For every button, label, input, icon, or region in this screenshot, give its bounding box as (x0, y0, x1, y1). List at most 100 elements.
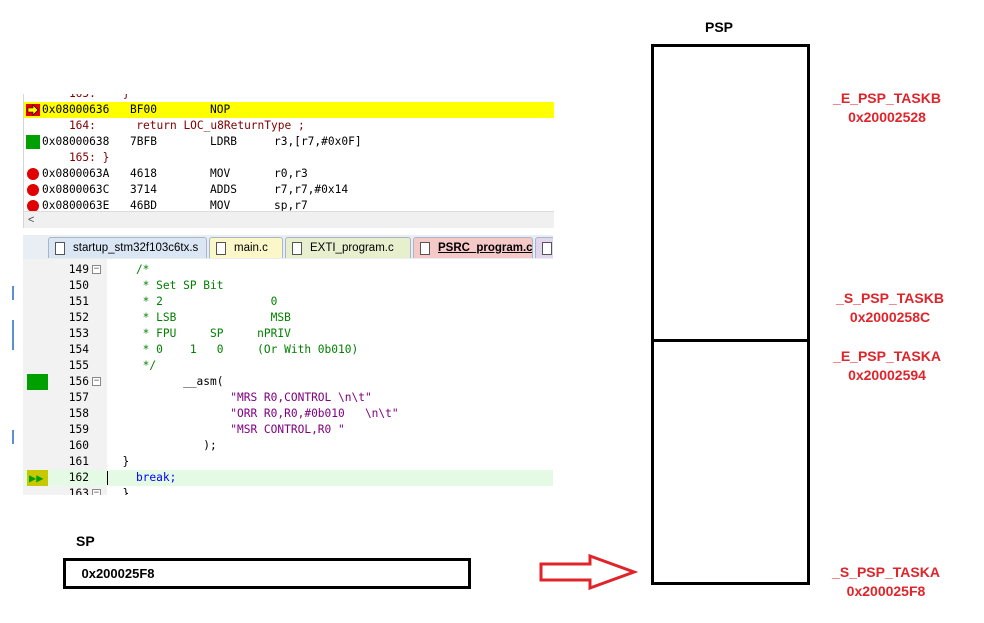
disasm-args: r3,[r7,#0x0F] (274, 135, 362, 148)
code-line[interactable]: 150 * Set SP Bit (23, 278, 553, 294)
code-token: * 0 1 0 (Or With 0b010) (109, 343, 359, 356)
disasm-args: r0,r3 (274, 167, 308, 180)
breakpoint-icon (27, 168, 39, 180)
code-token: "ORR R0,R0,#0b010 \n\t" (109, 407, 399, 420)
tab-psrc-program-c[interactable]: PSRC_program.c (413, 237, 533, 258)
code-editor[interactable]: 149− /* 150 * Set SP Bit 151 * 2 0 152 * LS… (23, 259, 553, 495)
code-text: "ORR R0,R0,#0b010 \n\t" (109, 406, 399, 422)
file-icon (542, 242, 552, 255)
code-line[interactable]: ▶▶ 162 break; (23, 470, 553, 486)
psp-label-name: _S_PSP_TASKA (832, 564, 940, 580)
disasm-args: r7,r7,#0x14 (274, 183, 349, 196)
code-line[interactable]: 153 * FPU SP nPRIV (23, 326, 553, 342)
tab-main-c[interactable]: main.c (209, 237, 283, 258)
file-icon (420, 242, 430, 255)
code-line[interactable]: 158 "ORR R0,R0,#0b010 \n\t" (23, 406, 553, 422)
file-icon (216, 242, 226, 255)
tab-label: PSRC_program.c (438, 242, 533, 254)
code-token: __asm( (109, 375, 224, 388)
disasm-mn: LDRB (210, 135, 237, 148)
code-token: */ (109, 359, 157, 372)
code-token: } (109, 487, 130, 495)
breakpoint-icon (27, 184, 39, 196)
disasm-op: 3714 (130, 183, 157, 196)
code-line[interactable]: 154 * 0 1 0 (Or With 0b010) (23, 342, 553, 358)
sp-value-row: 0x200025F8 (0, 566, 408, 581)
sp-value: 0x200025F8 (81, 566, 155, 581)
fold-toggle-icon[interactable]: − (92, 265, 101, 274)
code-line[interactable]: 155 */ (23, 358, 553, 374)
disasm-source-line[interactable]: 165: } (24, 94, 554, 102)
code-token: "MRS R0,CONTROL \n\t" (109, 391, 372, 404)
code-token: ); (109, 439, 217, 452)
tab-label: main.c (234, 242, 268, 254)
code-line[interactable]: 157 "MRS R0,CONTROL \n\t" (23, 390, 553, 406)
disasm-source-line[interactable]: 164: return LOC_u8ReturnType ; (24, 118, 554, 134)
psp-label-addr: 0x20002528 (848, 109, 926, 125)
line-number: 149 (68, 263, 89, 276)
code-line[interactable]: 160 ); (23, 438, 553, 454)
tab-startup-stm32f103c6tx-s[interactable]: startup_stm32f103c6tx.s (48, 237, 207, 258)
code-line[interactable]: 161 } (23, 454, 553, 470)
scroll-left-icon[interactable]: < (28, 214, 34, 226)
code-text: * LSB MSB (109, 310, 291, 326)
disasm-op: 4618 (130, 167, 157, 180)
fold-toggle-icon[interactable]: − (92, 489, 101, 495)
tab-exti-program-c[interactable]: EXTI_program.c (285, 237, 411, 258)
code-text: /* (109, 262, 149, 278)
line-number: 163 (68, 487, 89, 495)
text-caret (107, 471, 108, 485)
disasm-op: BF00 (130, 103, 157, 116)
disasm-instruction-line[interactable]: 0x08000638 7BFB LDRB r3,[r7,#0x0F] (24, 134, 554, 150)
psp-label-addr: 0x2000258C (849, 309, 931, 325)
line-number: 152 (68, 311, 89, 324)
disasm-instruction-line[interactable]: 0x08000636 BF00 NOP (24, 102, 554, 118)
psp-label-e-taska: _E_PSP_TASKA 0x20002594 (812, 347, 962, 385)
disasm-op: 7BFB (130, 135, 157, 148)
right-arrow-icon (539, 553, 638, 591)
line-number: 160 (68, 439, 89, 452)
code-text: * Set SP Bit (109, 278, 224, 294)
code-line[interactable]: 149− /* (23, 262, 553, 278)
code-text: * 0 1 0 (Or With 0b010) (109, 342, 359, 358)
code-token: * LSB MSB (109, 311, 291, 324)
disasm-source-text: 164: return LOC_u8ReturnType ; (42, 119, 305, 132)
window-edge-marker (12, 430, 14, 444)
current-line-arrow-icon: ▶▶ (27, 470, 48, 486)
code-text: } (109, 454, 129, 470)
disasm-instruction-line[interactable]: 0x0800063C 3714 ADDS r7,r7,#0x14 (24, 182, 554, 198)
line-number: 156 (68, 375, 89, 388)
disasm-mn: MOV (210, 167, 231, 180)
psp-stack-divider (651, 339, 810, 342)
psp-label-addr: 0x20002594 (848, 367, 926, 383)
horizontal-scrollbar[interactable]: < (24, 211, 554, 228)
disasm-instruction-line[interactable]: 0x0800063A 4618 MOV r0,r3 (24, 166, 554, 182)
code-token: /* (109, 263, 150, 276)
code-line[interactable]: 152 * LSB MSB (23, 310, 553, 326)
line-number: 151 (68, 295, 89, 308)
disasm-source-line[interactable]: 165: } (24, 150, 554, 166)
line-number: 155 (68, 359, 89, 372)
code-text: * 2 0 (109, 294, 278, 310)
line-number: 162 (68, 471, 89, 484)
fold-toggle-icon[interactable]: − (92, 377, 101, 386)
bookmark-icon (26, 135, 40, 149)
disasm-instruction: 0x08000636 BF00 NOP (42, 102, 274, 118)
psp-stack-box (651, 44, 810, 585)
code-token: * 2 0 (109, 295, 278, 308)
code-token: * Set SP Bit (109, 279, 224, 292)
code-line[interactable]: 151 * 2 0 (23, 294, 553, 310)
code-line[interactable]: 163− } (23, 486, 553, 495)
psp-label-name: _S_PSP_TASKB (836, 290, 944, 306)
code-text: } (109, 486, 129, 495)
file-icon (55, 242, 65, 255)
psp-title: PSP (705, 19, 734, 35)
disasm-source-text: 165: } (42, 151, 110, 164)
code-line[interactable]: 156− __asm( (23, 374, 553, 390)
bookmark-icon (27, 374, 48, 390)
code-line[interactable]: 159 "MSR CONTROL,R0 " (23, 422, 553, 438)
window-edge-marker (12, 286, 14, 300)
psp-label-e-taskb: _E_PSP_TASKB 0x20002528 (812, 89, 962, 127)
code-text: * FPU SP nPRIV (109, 326, 291, 342)
tab-overflow[interactable] (535, 237, 553, 258)
